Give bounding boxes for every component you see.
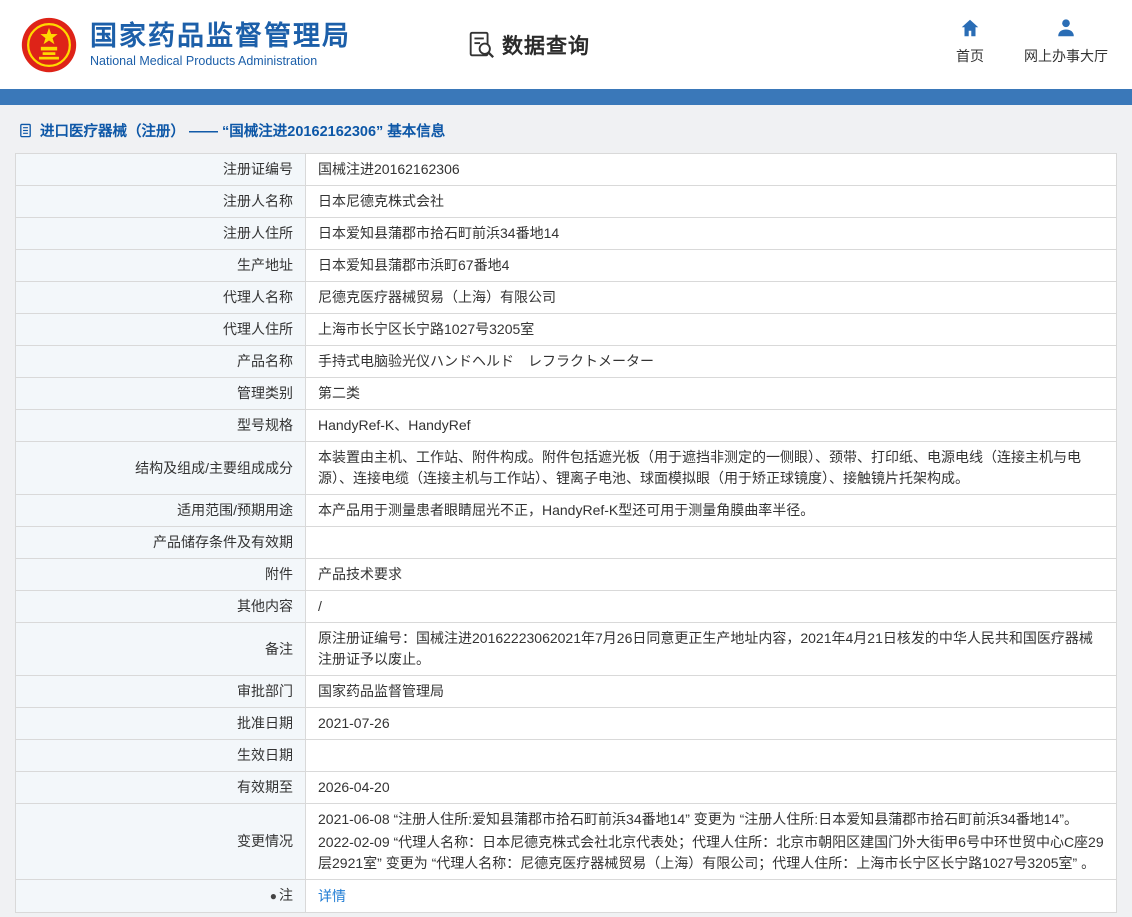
row-value: 上海市长宁区长宁路1027号3205室 (306, 314, 1117, 346)
org-name-cn: 国家药品监督管理局 (90, 21, 351, 51)
row-label: 附件 (16, 559, 306, 591)
table-row: 管理类别第二类 (16, 378, 1117, 410)
row-value: 2021-06-08 “注册人住所:爱知县蒲郡市拾石町前浜34番地14” 变更为… (306, 804, 1117, 880)
table-row: 变更情况 2021-06-08 “注册人住所:爱知县蒲郡市拾石町前浜34番地14”… (16, 804, 1117, 880)
row-label: 生产地址 (16, 250, 306, 282)
row-value: 本产品用于测量患者眼睛屈光不正，HandyRef-K型还可用于测量角膜曲率半径。 (306, 495, 1117, 527)
row-value: 产品技术要求 (306, 559, 1117, 591)
nav-home[interactable]: 首页 (956, 17, 984, 66)
data-query-label: 数据查询 (502, 30, 590, 60)
home-icon (959, 17, 981, 39)
table-row: 附件产品技术要求 (16, 559, 1117, 591)
table-row: 有效期至2026-04-20 (16, 772, 1117, 804)
row-label: 适用范围/预期用途 (16, 495, 306, 527)
data-query-icon (466, 30, 496, 60)
row-value: 详情 (306, 880, 1117, 913)
table-row: 结构及组成/主要组成成分本装置由主机、工作站、附件构成。附件包括遮光板（用于遮挡… (16, 442, 1117, 495)
national-emblem-logo (20, 16, 78, 74)
row-value: 2021-07-26 (306, 708, 1117, 740)
table-row: 生产地址日本爱知县蒲郡市浜町67番地4 (16, 250, 1117, 282)
table-row: 产品名称手持式电脑验光仪ハンドヘルド レフラクトメーター (16, 346, 1117, 378)
registration-info-table: 注册证编号国械注进20162162306注册人名称日本尼德克株式会社注册人住所日… (15, 153, 1117, 913)
row-value: 日本爱知县蒲郡市拾石町前浜34番地14 (306, 218, 1117, 250)
page-title-text: 进口医疗器械（注册） —— “国械注进20162162306” 基本信息 (40, 120, 445, 141)
row-value (306, 740, 1117, 772)
row-value: 2026-04-20 (306, 772, 1117, 804)
row-label: 生效日期 (16, 740, 306, 772)
page-title: 进口医疗器械（注册） —— “国械注进20162162306” 基本信息 (15, 105, 1117, 153)
row-value: 原注册证编号：国械注进20162223062021年7月26日同意更正生产地址内… (306, 623, 1117, 676)
row-value: 本装置由主机、工作站、附件构成。附件包括遮光板（用于遮挡非测定的一侧眼）、颈带、… (306, 442, 1117, 495)
org-name-en: National Medical Products Administration (90, 54, 351, 68)
table-row: 生效日期 (16, 740, 1117, 772)
row-value: 日本爱知县蒲郡市浜町67番地4 (306, 250, 1117, 282)
nav-online-hall[interactable]: 网上办事大厅 (1024, 17, 1108, 66)
table-row: 批准日期2021-07-26 (16, 708, 1117, 740)
row-value: 国家药品监督管理局 (306, 676, 1117, 708)
table-row: 备注原注册证编号：国械注进20162223062021年7月26日同意更正生产地… (16, 623, 1117, 676)
row-value: 第二类 (306, 378, 1117, 410)
detail-link[interactable]: 详情 (318, 888, 346, 904)
table-row: 注册证编号国械注进20162162306 (16, 154, 1117, 186)
top-nav: 首页 网上办事大厅 (956, 17, 1108, 66)
row-label: 备注 (16, 623, 306, 676)
value-line: 2021-06-08 “注册人住所:爱知县蒲郡市拾石町前浜34番地14” 变更为… (318, 809, 1104, 830)
row-label: 审批部门 (16, 676, 306, 708)
row-label: 其他内容 (16, 591, 306, 623)
row-label: 结构及组成/主要组成成分 (16, 442, 306, 495)
row-value: 国械注进20162162306 (306, 154, 1117, 186)
row-label: 产品名称 (16, 346, 306, 378)
table-row: 型号规格HandyRef-K、HandyRef (16, 410, 1117, 442)
org-title-block: 国家药品监督管理局 National Medical Products Admi… (90, 21, 351, 68)
table-row: ●注详情 (16, 880, 1117, 913)
table-row: 产品储存条件及有效期 (16, 527, 1117, 559)
nav-online-hall-label: 网上办事大厅 (1024, 46, 1108, 66)
header-divider-bar (0, 89, 1132, 105)
site-header: 国家药品监督管理局 National Medical Products Admi… (0, 0, 1132, 89)
table-row: 其他内容/ (16, 591, 1117, 623)
row-label: 注册人住所 (16, 218, 306, 250)
person-icon (1055, 17, 1077, 39)
table-row: 代理人名称尼德克医疗器械贸易（上海）有限公司 (16, 282, 1117, 314)
document-icon (18, 123, 33, 138)
row-label: ●注 (16, 880, 306, 913)
nav-data-query[interactable]: 数据查询 (466, 30, 590, 60)
table-row: 注册人名称日本尼德克株式会社 (16, 186, 1117, 218)
value-line: 2022-02-09 “代理人名称：日本尼德克株式会社北京代表处；代理人住所：北… (318, 832, 1104, 874)
row-value (306, 527, 1117, 559)
row-value: HandyRef-K、HandyRef (306, 410, 1117, 442)
row-value: 日本尼德克株式会社 (306, 186, 1117, 218)
row-label: 管理类别 (16, 378, 306, 410)
nav-home-label: 首页 (956, 46, 984, 66)
table-row: 适用范围/预期用途本产品用于测量患者眼睛屈光不正，HandyRef-K型还可用于… (16, 495, 1117, 527)
main-content: 进口医疗器械（注册） —— “国械注进20162162306” 基本信息 注册证… (0, 105, 1132, 917)
info-table-body: 注册证编号国械注进20162162306注册人名称日本尼德克株式会社注册人住所日… (16, 154, 1117, 913)
row-value: / (306, 591, 1117, 623)
row-value: 手持式电脑验光仪ハンドヘルド レフラクトメーター (306, 346, 1117, 378)
row-label: 有效期至 (16, 772, 306, 804)
row-label: 代理人名称 (16, 282, 306, 314)
row-label: 批准日期 (16, 708, 306, 740)
table-row: 审批部门国家药品监督管理局 (16, 676, 1117, 708)
row-label: 注册证编号 (16, 154, 306, 186)
row-label: 产品储存条件及有效期 (16, 527, 306, 559)
table-row: 代理人住所上海市长宁区长宁路1027号3205室 (16, 314, 1117, 346)
row-label: 变更情况 (16, 804, 306, 880)
row-value: 尼德克医疗器械贸易（上海）有限公司 (306, 282, 1117, 314)
row-label: 型号规格 (16, 410, 306, 442)
row-label: 代理人住所 (16, 314, 306, 346)
note-bullet-icon: ● (270, 889, 277, 903)
table-row: 注册人住所日本爱知县蒲郡市拾石町前浜34番地14 (16, 218, 1117, 250)
row-label: 注册人名称 (16, 186, 306, 218)
